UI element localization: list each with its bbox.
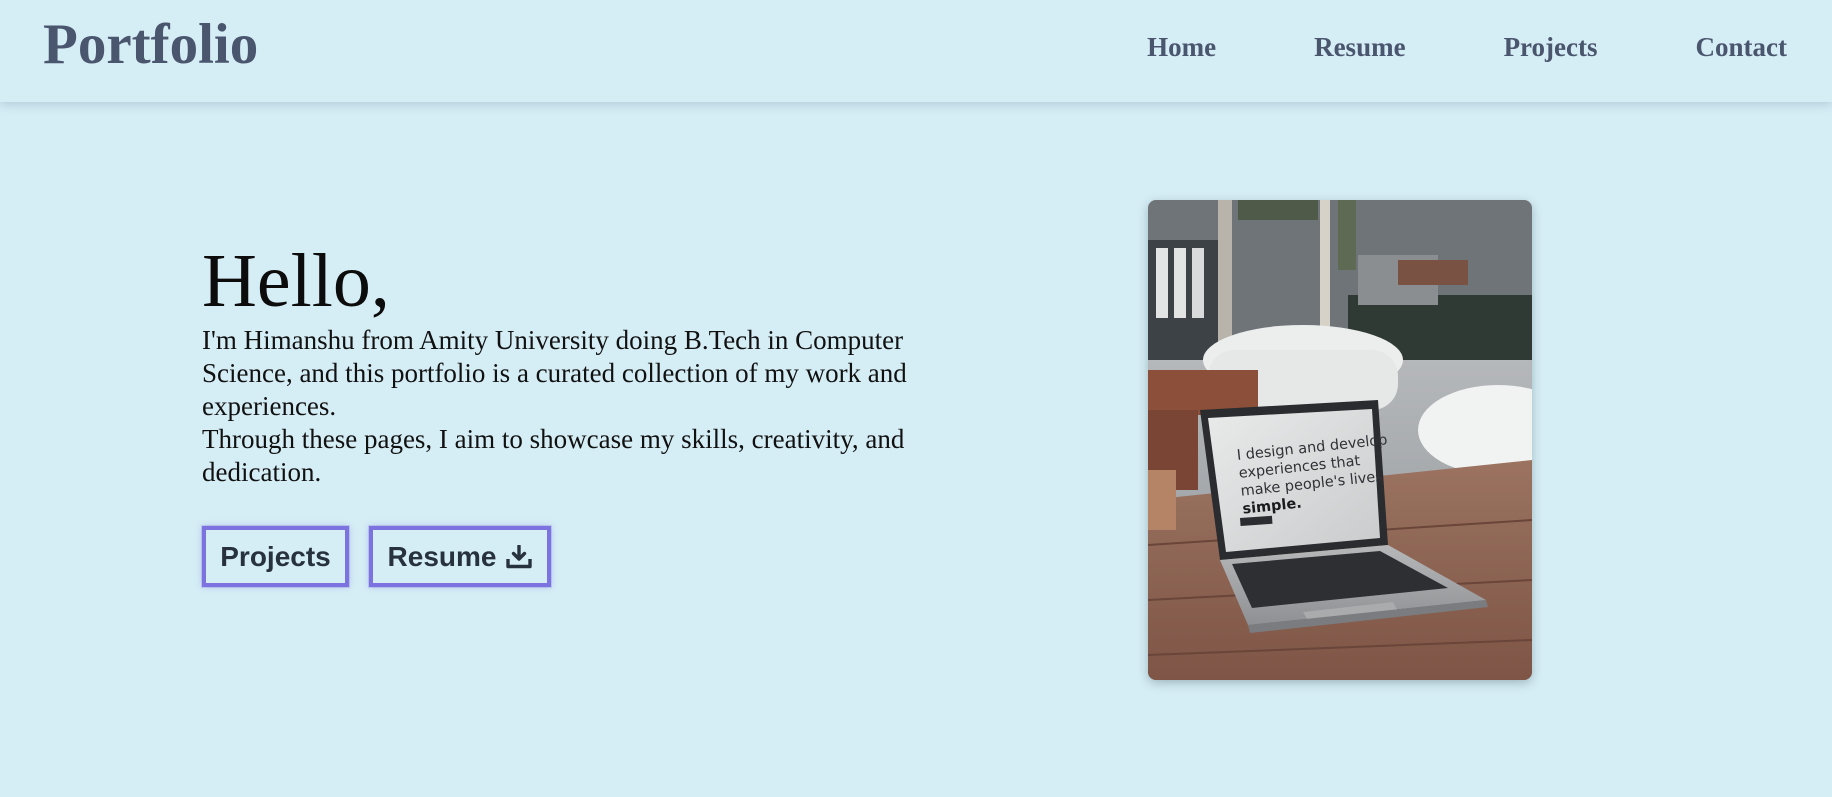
top-navbar: Portfolio Home Resume Projects Contact bbox=[0, 0, 1832, 102]
hero-buttons: Projects Resume bbox=[202, 526, 551, 587]
download-icon bbox=[506, 544, 533, 569]
hero-section: Hello, I'm Himanshu from Amity Universit… bbox=[202, 238, 982, 489]
projects-button[interactable]: Projects bbox=[202, 526, 349, 587]
main-nav: Home Resume Projects Contact bbox=[1147, 32, 1787, 63]
resume-button-label: Resume bbox=[387, 540, 497, 572]
projects-button-label: Projects bbox=[220, 540, 331, 572]
nav-link-contact[interactable]: Contact bbox=[1696, 32, 1787, 63]
nav-link-resume[interactable]: Resume bbox=[1314, 32, 1405, 63]
site-brand[interactable]: Portfolio bbox=[43, 10, 258, 80]
hero-intro-paragraph-2: Through these pages, I aim to showcase m… bbox=[202, 424, 905, 487]
hero-photo-laptop: I design and develop experiences that ma… bbox=[1148, 200, 1532, 680]
hero-greeting: Hello, bbox=[202, 239, 390, 323]
hero-intro-paragraph-1: I'm Himanshu from Amity University doing… bbox=[202, 325, 907, 421]
nav-link-projects[interactable]: Projects bbox=[1504, 32, 1598, 63]
resume-download-button[interactable]: Resume bbox=[369, 526, 551, 587]
nav-link-home[interactable]: Home bbox=[1147, 32, 1216, 63]
